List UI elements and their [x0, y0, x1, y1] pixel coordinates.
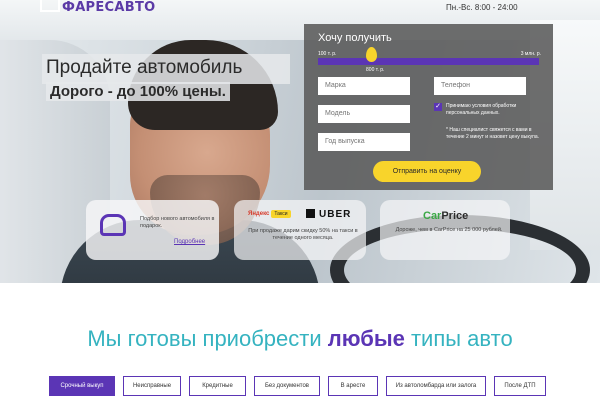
- range-min-label: 100 т. р.: [318, 51, 337, 57]
- section-heading-end: типы авто: [404, 326, 513, 351]
- tab-arrested[interactable]: В аресте: [328, 376, 378, 396]
- year-field[interactable]: [318, 133, 410, 151]
- site-logo[interactable]: ФАРЕСАВТО: [40, 0, 156, 15]
- more-link[interactable]: Подробнее: [174, 239, 205, 245]
- form-title: Хочу получить: [318, 32, 392, 44]
- model-field[interactable]: [318, 105, 410, 123]
- yandex-taxi-tag: Такси: [271, 210, 291, 218]
- tab-urgent-buyout[interactable]: Срочный выкуп: [49, 376, 115, 396]
- taxi-card-text: При продаже дарим скидку 50% на такси в …: [248, 228, 358, 241]
- section-heading-bold: любые: [327, 326, 405, 351]
- section-heading: Мы готовы приобрести любые типы авто: [0, 326, 600, 352]
- working-hours: Пн.-Вс. 8:00 - 24:00: [446, 3, 518, 12]
- page-subtitle: Дорого - до 100% цены.: [46, 82, 230, 101]
- tab-credit[interactable]: Кредитные: [189, 376, 246, 396]
- taxi-discount-card: Яндекс Такси UBER При продаже дарим скидк…: [234, 200, 366, 260]
- logo-icon: [40, 0, 60, 12]
- consent-label: Принимаю условия обработки персональных …: [446, 103, 517, 116]
- valuation-form: Хочу получить 100 т. р. 3 млн. р. 800 т.…: [304, 24, 553, 190]
- yandex-taxi-logo: Яндекс Такси: [248, 210, 291, 218]
- uber-logo: UBER: [306, 209, 351, 220]
- submit-valuation-button[interactable]: Отправить на оценку: [373, 161, 481, 182]
- tab-after-accident[interactable]: После ДТП: [494, 376, 546, 396]
- carprice-logo: CarPrice: [423, 210, 468, 222]
- gift-car-card: Подбор нового автомобиля в подарок. Подр…: [86, 200, 219, 260]
- yandex-logo-text: Яндекс: [248, 211, 270, 217]
- price-slider-track[interactable]: [318, 58, 539, 65]
- consent-checkbox[interactable]: ✓: [434, 103, 442, 111]
- carprice-logo-car: Car: [423, 210, 442, 222]
- car-type-tabs: Срочный выкуп Неисправные Кредитные Без …: [49, 376, 569, 396]
- page-title: Продайте автомобиль: [46, 57, 243, 78]
- carprice-card-text: Дороже, чем в CarPrice на 25 000 рублей.: [395, 227, 503, 233]
- range-max-label: 3 млн. р.: [520, 51, 541, 57]
- hero-section: ФАРЕСАВТО Пн.-Вс. 8:00 - 24:00 Продайте …: [0, 0, 600, 283]
- section-heading-start: Мы готовы приобрести: [87, 326, 328, 351]
- brand-field[interactable]: [318, 77, 410, 95]
- gift-card-text: Подбор нового автомобиля в подарок.: [140, 216, 215, 229]
- price-slider-value: 800 т. р.: [366, 67, 385, 73]
- tab-faulty[interactable]: Неисправные: [123, 376, 181, 396]
- form-note: * Наш специалист свяжется с вами в течен…: [446, 127, 539, 140]
- carprice-logo-price: Price: [441, 210, 469, 222]
- uber-logo-text: UBER: [319, 209, 352, 220]
- logo-text: ФАРЕСАВТО: [62, 0, 156, 15]
- uber-mark-icon: [306, 209, 315, 218]
- price-slider-handle[interactable]: [366, 47, 378, 62]
- tab-no-documents[interactable]: Без документов: [254, 376, 320, 396]
- tab-pawnshop[interactable]: Из автоломбарда или залога: [386, 376, 486, 396]
- car-search-icon: [100, 214, 126, 236]
- carprice-card: CarPrice Дороже, чем в CarPrice на 25 00…: [380, 200, 510, 260]
- phone-field[interactable]: [434, 77, 526, 95]
